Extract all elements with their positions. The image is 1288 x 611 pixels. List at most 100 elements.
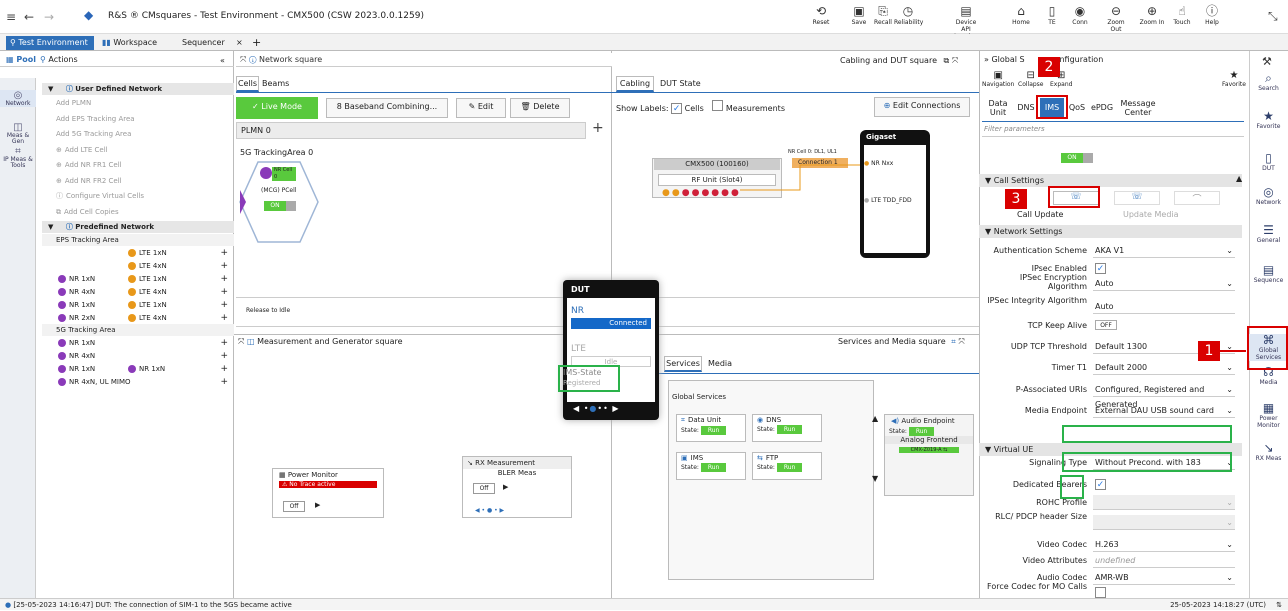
param-value[interactable]: AMR-WB ⌄ <box>1093 570 1235 585</box>
param-value[interactable]: Auto <box>1093 299 1235 314</box>
menu-icon[interactable]: ≡ <box>6 10 16 24</box>
tab-dut-state[interactable]: DUT State <box>660 76 701 92</box>
device-api-logging-button[interactable]: ▤Device API Logging <box>952 3 980 40</box>
param-value[interactable]: Configured, Registered and Generated ⌄ <box>1093 382 1235 409</box>
measurements-checkbox[interactable] <box>712 100 724 111</box>
network-row[interactable]: NR 4xN LTE 4xN + <box>42 286 234 298</box>
add-icon[interactable]: + <box>220 337 228 349</box>
network-row[interactable]: NR 4xN + <box>42 350 234 362</box>
network-row[interactable]: LTE 4xN + <box>42 260 234 272</box>
network-row[interactable]: NR 1xN + <box>42 337 234 349</box>
collapse-pool-icon[interactable]: « <box>220 56 225 65</box>
home-button[interactable]: ⌂ Home <box>1007 3 1035 33</box>
add-icon[interactable]: + <box>220 376 228 388</box>
add-icon[interactable]: + <box>220 350 228 362</box>
power-off-button[interactable]: Off <box>283 501 305 512</box>
toggle-knob[interactable] <box>286 201 296 211</box>
dut-pager[interactable]: ◀ •●•• ▶ <box>573 404 620 413</box>
conn-button[interactable]: ◉ Conn <box>1066 3 1094 33</box>
sidebar-dut[interactable]: ▯ DUT <box>1249 152 1288 173</box>
network-row[interactable]: LTE 1xN + <box>42 247 234 259</box>
scroll-up-icon[interactable]: ▲ <box>1236 174 1242 183</box>
favorite-button[interactable]: ★ Favorite <box>1222 70 1246 88</box>
param-checkbox[interactable]: ✓ <box>1095 263 1106 274</box>
param-value[interactable]: Default 2000 ⌄ <box>1093 360 1235 375</box>
collapse-panel-icon[interactable]: » <box>984 55 989 64</box>
config-tab-data-unit[interactable]: Data Unit <box>985 98 1011 118</box>
fullscreen-icon[interactable]: ⤡ <box>1268 9 1278 24</box>
predefined-network-header[interactable]: ▼ ⓘ Predefined Network <box>42 221 234 233</box>
actions-tab[interactable]: ⚲ Actions <box>40 55 78 64</box>
pool-category-0[interactable]: ◎ Network <box>0 90 36 107</box>
user-item[interactable]: Add PLMN <box>42 97 234 109</box>
cell-on-toggle[interactable]: ON <box>264 201 286 211</box>
add-icon[interactable]: + <box>220 299 228 311</box>
sidebar-power-monitor[interactable]: ▦ Power Monitor <box>1249 402 1288 430</box>
network-status-icon[interactable]: ⇅ <box>1276 599 1282 611</box>
add-icon[interactable]: + <box>220 260 228 272</box>
param-value[interactable]: External DAU USB sound card ⌄ <box>1093 403 1235 418</box>
user-item[interactable]: ⧉ Add Cell Copies <box>42 206 234 218</box>
service-card[interactable]: ⌗ Data Unit State: Run <box>676 414 746 442</box>
add-icon[interactable]: + <box>220 247 228 259</box>
tcp-toggle[interactable]: OFF <box>1095 320 1117 330</box>
add-icon[interactable]: + <box>220 312 228 324</box>
plmn-header[interactable]: PLMN 0 <box>236 122 586 139</box>
forward-icon[interactable]: → <box>44 10 54 24</box>
config-tab-epdg[interactable]: ePDG <box>1090 98 1114 118</box>
user-item[interactable]: ⊕ Add NR FR2 Cell <box>42 175 234 187</box>
add-icon[interactable]: + <box>220 363 228 375</box>
lte-port[interactable]: ● LTE TDD_FDD <box>864 197 912 204</box>
tab-test-environment[interactable]: ⚲ Test Environment <box>6 36 94 50</box>
network-row[interactable]: NR 2xN LTE 4xN + <box>42 312 234 324</box>
config-tab-dns[interactable]: DNS <box>1014 98 1038 118</box>
close-tab-icon[interactable]: × <box>232 36 247 50</box>
sidebar-network[interactable]: ◎ Network <box>1249 186 1288 207</box>
network-settings-section[interactable]: ▼ Network Settings <box>979 225 1242 238</box>
expand-square-icon[interactable]: ⤧ <box>240 55 246 64</box>
reliability-button[interactable]: ◷ Reliability <box>894 3 923 33</box>
network-row[interactable]: NR 1xN NR 1xN + <box>42 363 234 375</box>
tab-media[interactable]: Media <box>708 356 732 372</box>
config-tab-message-center[interactable]: Message Center <box>1116 98 1160 118</box>
filter-input[interactable]: Filter parameters <box>984 125 1045 133</box>
zoom-out-button[interactable]: ⊖ Zoom Out <box>1102 3 1130 33</box>
tab-services[interactable]: Services <box>664 356 702 372</box>
pool-category-2[interactable]: ⌗ IP Meas & Tools <box>0 146 36 169</box>
rx-off-button[interactable]: Off <box>473 483 495 494</box>
user-item[interactable]: ⊕ Add NR FR1 Cell <box>42 159 234 171</box>
param-value[interactable]: ⌄ <box>1093 495 1235 510</box>
baseband-combining-button[interactable]: 8 Baseband Combining... <box>326 98 448 118</box>
reset-button[interactable]: ⟲ Reset <box>807 3 835 33</box>
sidebar-favorite[interactable]: ★ Favorite <box>1249 110 1288 131</box>
touch-button[interactable]: ☝ Touch <box>1168 3 1196 33</box>
tab-cabling[interactable]: Cabling <box>616 76 654 92</box>
update-media-button[interactable]: ☏ <box>1114 191 1160 205</box>
edit-connections-button[interactable]: ⊕ Edit Connections <box>874 97 970 117</box>
audio-endpoint-card[interactable]: ◀) Audio Endpoint State: Run Analog Fron… <box>884 414 974 496</box>
network-row[interactable]: NR 1xN LTE 1xN + <box>42 299 234 311</box>
nr-cell-badge[interactable]: NR Cell 0 <box>272 167 296 181</box>
scroll-up-icon[interactable]: ▲ <box>872 414 878 423</box>
param-value[interactable]: H.263 ⌄ <box>1093 537 1235 552</box>
add-plmn-icon[interactable]: + <box>592 120 604 136</box>
nr-nxx-port[interactable]: ● NR Nxx <box>864 160 893 167</box>
call-settings-section[interactable]: ▼ Call Settings <box>979 174 1242 187</box>
expand-square-icon[interactable]: ⤧ <box>238 337 244 346</box>
rf-ports[interactable]: ●●●●●●●● <box>662 189 741 198</box>
tab-sequencer[interactable]: Sequencer <box>178 36 230 50</box>
play-icon[interactable]: ▶ <box>503 483 508 491</box>
tab-beams[interactable]: Beams <box>262 76 289 92</box>
hangup-button[interactable]: ⌒ <box>1174 191 1220 205</box>
zoom-in-button[interactable]: ⊕ Zoom In <box>1138 3 1166 33</box>
navigation-button[interactable]: ▣ Navigation <box>982 70 1014 88</box>
cells-checkbox[interactable]: ✓ <box>671 103 683 114</box>
param-value[interactable]: Auto ⌄ <box>1093 276 1235 291</box>
sidebar-rx-meas[interactable]: ↘ RX Meas <box>1249 442 1288 463</box>
services-on-toggle[interactable]: ON <box>1061 153 1083 163</box>
param-value[interactable]: AKA V1 ⌄ <box>1093 243 1235 258</box>
delete-button[interactable]: 🗑 Delete <box>510 98 570 118</box>
rx-measurement-card[interactable]: ↘ RX Measurement BLER Meas Off ▶ ◀ • ● •… <box>462 456 572 518</box>
wrench-icon[interactable]: ⚒ <box>1262 55 1272 68</box>
user-item[interactable]: Add 5G Tracking Area <box>42 128 234 140</box>
